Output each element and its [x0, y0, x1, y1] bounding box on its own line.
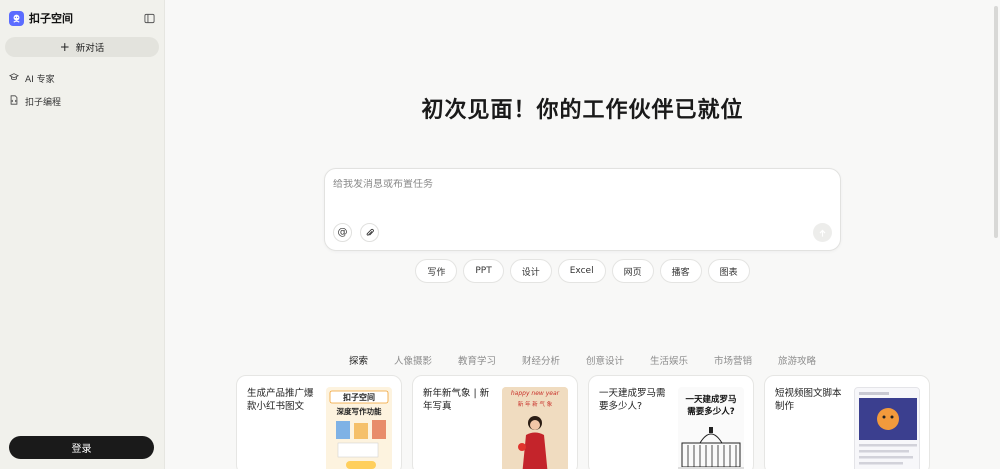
- page-scrollbar[interactable]: [994, 6, 998, 238]
- example-card[interactable]: 短视频图文脚本制作: [764, 375, 930, 469]
- tab-marketing[interactable]: 市场营销: [714, 353, 752, 367]
- code-file-icon: [9, 95, 19, 108]
- tab-travel[interactable]: 旅游攻略: [778, 353, 816, 367]
- example-card[interactable]: 新年新气象 | 新年写真 happy new year 新 年 新 气 象: [412, 375, 578, 469]
- arrow-up-icon: [818, 223, 827, 242]
- tab-lifestyle[interactable]: 生活娱乐: [650, 353, 688, 367]
- graduation-cap-icon: [8, 72, 20, 85]
- card-title: 短视频图文脚本制作: [775, 388, 842, 412]
- new-chat-button[interactable]: + 新对话: [5, 37, 159, 57]
- card-title: 一天建成罗马需要多少人?: [599, 388, 666, 412]
- chip-excel[interactable]: Excel: [557, 259, 606, 283]
- thumb-text: 扣子空间: [343, 393, 375, 402]
- example-card[interactable]: 一天建成罗马需要多少人? 一天建成罗马 需要多少人?: [588, 375, 754, 469]
- thumb-text: 需要多少人?: [687, 407, 735, 417]
- login-button[interactable]: 登录: [9, 436, 154, 459]
- chip-chart[interactable]: 图表: [707, 259, 750, 283]
- send-button[interactable]: [813, 223, 832, 242]
- tab-finance[interactable]: 财经分析: [522, 353, 560, 367]
- category-tabs: 探索 人像摄影 教育学习 财经分析 创意设计 生活娱乐 市场营销 旅游攻略: [165, 353, 1000, 367]
- plus-icon: +: [59, 40, 70, 54]
- card-thumbnail: happy new year 新 年 新 气 象: [502, 387, 568, 469]
- card-thumbnail: 扣子空间 深度写作功能: [326, 387, 392, 469]
- sidebar-item-label: 扣子编程: [25, 98, 62, 108]
- thumb-text: 一天建成罗马: [685, 395, 737, 405]
- sidebar-item-label: AI 专家: [25, 75, 55, 85]
- tab-explore[interactable]: 探索: [349, 353, 368, 367]
- tab-portrait[interactable]: 人像摄影: [394, 353, 432, 367]
- chip-ppt[interactable]: PPT: [463, 259, 504, 283]
- app-logo-icon: [9, 10, 24, 26]
- thumb-text: 新 年 新 气 象: [517, 402, 553, 408]
- card-title: 新年新气象 | 新年写真: [423, 388, 490, 412]
- sidebar-item-coze-coding[interactable]: 扣子编程: [9, 95, 61, 108]
- card-title: 生成产品推广爆款小红书图文: [247, 388, 314, 412]
- chip-design[interactable]: 设计: [509, 259, 552, 283]
- example-card[interactable]: 生成产品推广爆款小红书图文 扣子空间 深度写作功能: [236, 375, 402, 469]
- quick-actions: 写作 PPT 设计 Excel 网页 播客 图表: [165, 259, 1000, 283]
- sidebar: 扣子空间 + 新对话 AI 专家 扣子编程 登录: [0, 0, 165, 469]
- message-input[interactable]: [333, 179, 828, 190]
- thumb-text: happy new year: [510, 390, 560, 397]
- new-chat-label: 新对话: [75, 43, 105, 54]
- tab-creative[interactable]: 创意设计: [586, 353, 624, 367]
- sidebar-item-ai-expert[interactable]: AI 专家: [8, 72, 55, 85]
- thumb-text: 深度写作功能: [336, 407, 382, 416]
- message-composer: @: [324, 168, 841, 251]
- page-title: 初次见面！你的工作伙伴已就位: [421, 97, 744, 123]
- card-thumbnail: 一天建成罗马 需要多少人?: [678, 387, 744, 469]
- chip-podcast[interactable]: 播客: [659, 259, 702, 283]
- chip-webpage[interactable]: 网页: [611, 259, 654, 283]
- card-thumbnail: [854, 387, 920, 469]
- example-cards: 生成产品推广爆款小红书图文 扣子空间 深度写作功能 新年新气象 | 新年写真 h…: [236, 375, 930, 469]
- attachment-icon[interactable]: [360, 223, 379, 242]
- tab-education[interactable]: 教育学习: [458, 353, 496, 367]
- chip-writing[interactable]: 写作: [415, 259, 458, 283]
- sidebar-toggle-icon[interactable]: [143, 12, 155, 24]
- at-mention-icon[interactable]: @: [333, 223, 352, 242]
- brand[interactable]: 扣子空间: [9, 10, 73, 26]
- app-name: 扣子空间: [29, 12, 73, 25]
